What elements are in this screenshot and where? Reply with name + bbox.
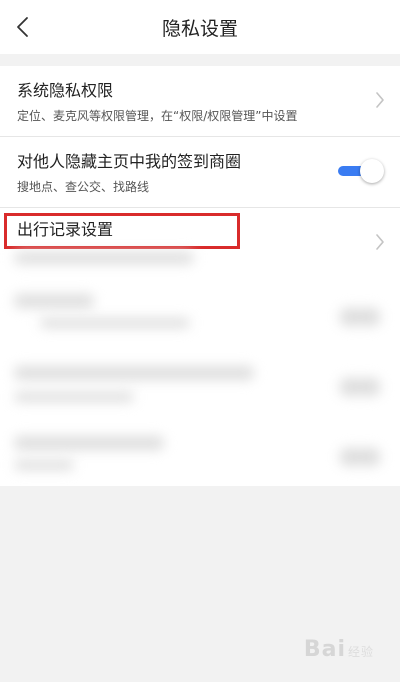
settings-list: 系统隐私权限 定位、麦克风等权限管理，在“权限/权限管理”中设置 对他人隐藏主页… <box>0 66 400 277</box>
blurred-text <box>14 460 74 470</box>
row-travel-record-settings[interactable]: 出行记录设置 <box>0 208 400 277</box>
row-subtitle: 定位、麦克风等权限管理，在“权限/权限管理”中设置 <box>17 109 298 123</box>
blurred-text <box>40 318 190 328</box>
blurred-list <box>0 252 400 486</box>
hide-checkin-toggle[interactable] <box>338 159 384 183</box>
watermark: Bai 经验 <box>304 637 374 662</box>
blurred-text <box>14 436 164 450</box>
row-hide-checkin-business-area: 对他人隐藏主页中我的签到商圈 搜地点、查公交、找路线 <box>0 137 400 208</box>
blurred-toggle <box>340 308 380 326</box>
blurred-content-area: Bai 经验 <box>0 252 400 682</box>
page-title: 隐私设置 <box>161 18 238 40</box>
row-system-privacy-permissions[interactable]: 系统隐私权限 定位、麦克风等权限管理，在“权限/权限管理”中设置 <box>0 66 400 137</box>
chevron-right-icon <box>376 92 384 108</box>
blurred-text <box>14 366 254 380</box>
row-subtitle: 搜地点、查公交、找路线 <box>17 180 150 194</box>
top-navigation-bar: 隐私设置 <box>0 0 400 54</box>
watermark-brand: Bai <box>303 637 346 662</box>
chevron-right-icon <box>376 234 384 250</box>
toggle-knob <box>360 159 384 183</box>
row-title: 对他人隐藏主页中我的签到商圈 <box>17 152 242 171</box>
row-title: 出行记录设置 <box>17 220 114 239</box>
blurred-toggle <box>340 378 380 396</box>
blurred-text <box>14 252 194 264</box>
row-title: 系统隐私权限 <box>17 81 114 100</box>
blurred-toggle <box>340 448 380 466</box>
blurred-text <box>14 392 134 402</box>
watermark-suffix: 经验 <box>347 645 374 659</box>
blurred-text <box>14 294 94 308</box>
